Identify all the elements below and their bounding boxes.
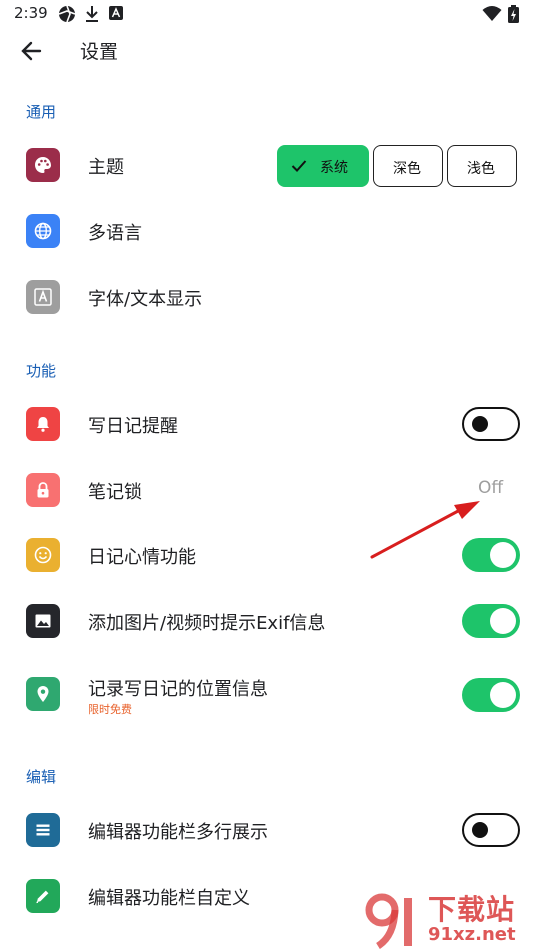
back-arrow-icon[interactable] [18, 37, 46, 65]
multiline-toolbar-label: 编辑器功能栏多行展示 [88, 822, 268, 843]
theme-option-system-label: 系统 [320, 160, 348, 176]
theme-option-system[interactable]: 系统 [277, 145, 369, 187]
reminder-row: 写日记提醒 [0, 394, 534, 454]
battery-charging-icon [508, 5, 519, 23]
bell-icon [26, 407, 60, 441]
language-label: 多语言 [88, 223, 142, 244]
theme-option-light[interactable]: 浅色 [447, 145, 517, 187]
exif-label: 添加图片/视频时提示Exif信息 [88, 613, 326, 634]
theme-option-dark-label: 深色 [393, 161, 421, 177]
check-icon [291, 160, 307, 172]
location-toggle[interactable] [462, 678, 520, 712]
page-title: 设置 [80, 41, 119, 63]
reminder-label: 写日记提醒 [88, 416, 178, 437]
status-bar: 2:39 [0, 0, 534, 28]
custom-toolbar-label: 编辑器功能栏自定义 [88, 888, 250, 909]
watermark-site: 91xz.net [428, 924, 516, 945]
location-label: 记录写日记的位置信息 [88, 679, 268, 700]
palette-icon [26, 148, 60, 182]
free-badge: 限时免费 [88, 703, 132, 716]
mood-label: 日记心情功能 [88, 547, 196, 568]
exif-row: 添加图片/视频时提示Exif信息 [0, 591, 534, 651]
theme-label: 主题 [88, 157, 124, 178]
pencil-icon [26, 879, 60, 913]
section-general-heading: 通用 [26, 103, 57, 121]
globe-icon [26, 214, 60, 248]
aperture-icon [58, 5, 76, 23]
download-icon [86, 6, 98, 22]
image-icon [26, 604, 60, 638]
toggle-knob [472, 416, 488, 432]
multiline-toolbar-toggle[interactable] [462, 813, 520, 847]
location-row: 记录写日记的位置信息 限时免费 [0, 665, 534, 731]
reminder-toggle[interactable] [462, 407, 520, 441]
toggle-knob [490, 542, 516, 568]
font-row[interactable]: 字体/文本显示 [0, 267, 534, 327]
language-row[interactable]: 多语言 [0, 201, 534, 261]
section-features-heading: 功能 [26, 362, 57, 380]
mood-row: 日记心情功能 [0, 525, 534, 585]
location-pin-icon [26, 677, 60, 711]
lock-icon [26, 473, 60, 507]
note-lock-label: 笔记锁 [88, 482, 142, 503]
font-a-icon [26, 280, 60, 314]
list-icon [26, 813, 60, 847]
app-bar: 设置 [0, 28, 534, 74]
watermark-logo [365, 893, 412, 949]
mood-toggle[interactable] [462, 538, 520, 572]
theme-option-light-label: 浅色 [467, 161, 495, 177]
multiline-toolbar-row: 编辑器功能栏多行展示 [0, 800, 534, 860]
smiley-icon [26, 538, 60, 572]
toggle-knob [472, 822, 488, 838]
watermark-brand: 下载站 [428, 893, 516, 926]
app-a-icon [109, 6, 123, 20]
status-time: 2:39 [14, 4, 48, 22]
wifi-icon [482, 6, 502, 21]
toggle-knob [490, 682, 516, 708]
section-editor-heading: 编辑 [26, 768, 57, 786]
exif-toggle[interactable] [462, 604, 520, 638]
theme-option-dark[interactable]: 深色 [373, 145, 443, 187]
toggle-knob [490, 608, 516, 634]
font-label: 字体/文本显示 [88, 289, 203, 310]
site-watermark: 下载站 91xz.net [364, 888, 534, 950]
